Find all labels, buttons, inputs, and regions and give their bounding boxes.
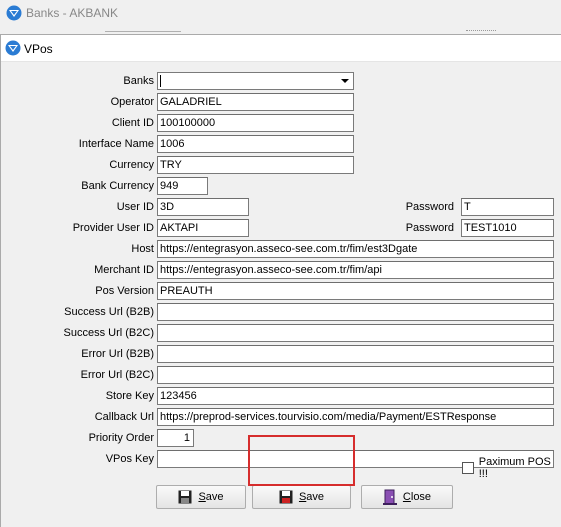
host-label: Host — [131, 243, 154, 255]
bank-currency-label: Bank Currency — [81, 180, 154, 192]
store-key-field[interactable]: 123456 — [157, 387, 554, 405]
checkbox-box[interactable] — [462, 462, 474, 474]
save-button-1[interactable]: Save — [156, 485, 246, 509]
interface-name-label: Interface Name — [78, 138, 154, 150]
priority-order-field[interactable]: 1 — [157, 429, 194, 447]
text-caret — [160, 75, 161, 87]
error-url-b2c-label: Error Url (B2C) — [80, 369, 154, 381]
paximum-pos-checkbox[interactable]: Paximum POS !!! — [462, 456, 561, 480]
floppy-disk-icon — [178, 490, 192, 504]
provider-user-id-label: Provider User ID — [72, 222, 154, 234]
success-url-b2c-field[interactable] — [157, 324, 554, 342]
highlight-annotation — [248, 435, 355, 486]
interface-name-field[interactable]: 1006 — [157, 135, 354, 153]
user-id-label: User ID — [116, 201, 154, 213]
success-url-b2c-label: Success Url (B2C) — [63, 327, 154, 339]
success-url-b2b-field[interactable] — [157, 303, 554, 321]
pos-version-label: Pos Version — [95, 285, 154, 297]
app-logo-icon — [6, 5, 22, 21]
host-field[interactable]: https://entegrasyon.asseco-see.com.tr/fi… — [157, 240, 554, 258]
callback-url-label: Callback Url — [94, 411, 154, 423]
door-exit-icon — [382, 489, 397, 505]
paximum-pos-label: Paximum POS !!! — [478, 456, 551, 480]
password-field[interactable]: T — [461, 198, 554, 216]
outer-window-titlebar: Banks - AKBANK — [0, 0, 561, 32]
banks-label: Banks — [123, 75, 154, 87]
user-id-field[interactable]: 3D — [157, 198, 249, 216]
dialog-title: VPos — [24, 42, 53, 56]
merchant-id-field[interactable]: https://entegrasyon.asseco-see.com.tr/fi… — [157, 261, 554, 279]
currency-label: Currency — [109, 159, 154, 171]
error-url-b2b-field[interactable] — [157, 345, 554, 363]
callback-url-field[interactable]: https://preprod-services.tourvisio.com/m… — [157, 408, 554, 426]
outer-window-title: Banks - AKBANK — [26, 6, 119, 20]
close-button-label: Close — [402, 491, 432, 503]
provider-user-id-field[interactable]: AKTAPI — [157, 219, 249, 237]
save-button-2[interactable]: Save — [252, 485, 351, 509]
client-id-field[interactable]: 100100000 — [157, 114, 354, 132]
floppy-disk-icon — [279, 490, 293, 504]
error-url-b2b-label: Error Url (B2B) — [81, 348, 154, 360]
store-key-label: Store Key — [105, 390, 154, 402]
error-url-b2c-field[interactable] — [157, 366, 554, 384]
banks-select[interactable] — [157, 72, 354, 90]
bank-currency-field[interactable]: 949 — [157, 177, 208, 195]
priority-order-label: Priority Order — [88, 432, 154, 444]
save-button-1-label: Save — [198, 491, 224, 503]
currency-field[interactable]: TRY — [157, 156, 354, 174]
provider-password-field[interactable]: TEST1010 — [461, 219, 554, 237]
pos-version-field[interactable]: PREAUTH — [157, 282, 554, 300]
chevron-down-icon[interactable] — [341, 79, 349, 83]
close-button[interactable]: Close — [361, 485, 453, 509]
save-button-2-label: Save — [298, 491, 325, 503]
merchant-id-label: Merchant ID — [94, 264, 154, 276]
provider-password-label: Password — [405, 222, 454, 234]
client-id-label: Client ID — [111, 117, 154, 129]
app-logo-icon — [5, 40, 21, 56]
operator-label: Operator — [110, 96, 154, 108]
vpos-key-label: VPos Key — [105, 453, 154, 465]
dialog-titlebar: VPos — [1, 35, 561, 62]
success-url-b2b-label: Success Url (B2B) — [64, 306, 154, 318]
password-label: Password — [405, 201, 454, 213]
operator-field[interactable]: GALADRIEL — [157, 93, 354, 111]
